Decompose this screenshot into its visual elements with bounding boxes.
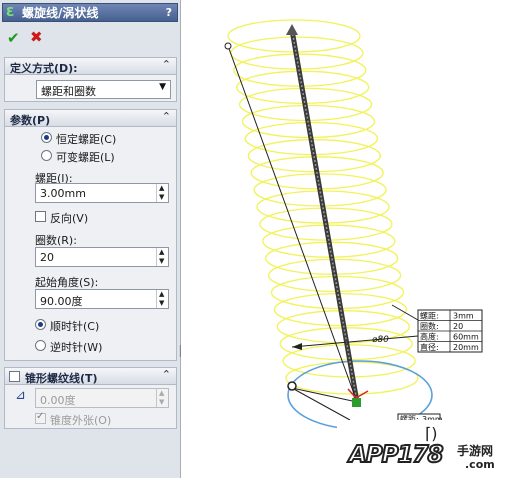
start-line (227, 45, 358, 403)
callout-revolutions-label: 圈数: (420, 321, 439, 331)
variable-pitch-radio[interactable]: 可变螺距(L) (41, 149, 161, 164)
taper-group-header[interactable]: 锥形螺纹线(T) ⌃ (5, 368, 176, 385)
parameters-group-header[interactable]: 参数(P) ⌃ (5, 110, 176, 127)
revolutions-label: 圈数(R): (35, 234, 77, 247)
definition-group-title: 定义方式(D): (10, 62, 78, 75)
definition-group: 定义方式(D): ⌃ 螺距和圈数 ▼ (4, 57, 177, 102)
start-angle-spinner[interactable]: ▲ ▼ (156, 290, 168, 308)
watermark: ⌈) APP178 手游网 .com (337, 420, 507, 478)
helix-preview: ⌀80 螺距: 3mm 圈数: 20 高度: 60mm 直径: 20mm (224, 19, 483, 430)
clockwise-label: 顺时针(C) (50, 320, 100, 333)
revolutions-spinner[interactable]: ▲ ▼ (156, 248, 168, 266)
taper-outward-label: 锥度外张(O) (50, 414, 112, 427)
taper-checkbox[interactable] (9, 370, 21, 384)
callout-revolutions-value[interactable]: 20 (453, 322, 463, 331)
chevron-up-icon[interactable]: ⌃ (162, 58, 171, 71)
reverse-checkbox[interactable]: 反向(V) (35, 210, 115, 225)
taper-group-title: 锥形螺纹线(T) (25, 372, 98, 385)
axis-end-arrow (286, 24, 298, 35)
ok-button[interactable]: ✔ (7, 29, 20, 47)
checkbox-icon[interactable] (35, 211, 46, 222)
taper-angle-value: 0.00度 (40, 394, 76, 407)
phone-signal-icon: ⌈) (425, 424, 438, 443)
radio-selected-icon[interactable] (35, 319, 46, 330)
counterclockwise-label: 逆时针(W) (50, 341, 103, 354)
counterclockwise-radio[interactable]: 逆时针(W) (35, 339, 155, 354)
watermark-logo: APP178 (348, 441, 445, 469)
callout-diameter-value[interactable]: 20mm (453, 343, 479, 352)
constant-pitch-radio[interactable]: 恒定螺距(C) (41, 131, 161, 146)
revolutions-input[interactable]: 20 ▲ ▼ (35, 247, 169, 267)
checkbox-checked-icon[interactable] (35, 411, 46, 424)
dropdown-arrow-icon[interactable]: ▼ (159, 82, 166, 92)
pitch-value: 3.00mm (40, 187, 86, 200)
radio-selected-icon[interactable] (41, 132, 52, 143)
parameters-group: 参数(P) ⌃ 恒定螺距(C) 可变螺距(L) 螺距(I): 3.00mm ▲ ▼… (4, 109, 177, 361)
start-angle-label: 起始角度(S): (35, 276, 99, 289)
reverse-label: 反向(V) (50, 212, 89, 225)
taper-group: 锥形螺纹线(T) ⌃ ⊿ 0.00度 ▲▼ 锥度外张(O) (4, 367, 177, 429)
chevron-up-icon[interactable]: ⌃ (162, 110, 171, 123)
variable-pitch-label: 可变螺距(L) (56, 151, 115, 164)
property-manager: Ɛ 螺旋线/涡状线 ? ✔ ✖ 定义方式(D): ⌃ 螺距和圈数 ▼ 参数(P)… (0, 0, 181, 478)
base-point-handle[interactable] (287, 381, 297, 391)
definition-group-header[interactable]: 定义方式(D): ⌃ (5, 58, 176, 75)
start-point-handle[interactable] (224, 42, 232, 50)
callout-pitch-value[interactable]: 3mm (453, 312, 474, 321)
radio-unselected-icon[interactable] (35, 340, 46, 351)
start-angle-value: 90.00度 (40, 295, 83, 308)
revolutions-value: 20 (40, 251, 54, 264)
constant-pitch-label: 恒定螺距(C) (56, 133, 117, 146)
callout-height-value[interactable]: 60mm (453, 333, 479, 342)
callout-diameter-label: 直径: (420, 342, 439, 352)
taper-angle-spinner[interactable]: ▲ ▼ (156, 389, 168, 407)
clockwise-radio[interactable]: 顺时针(C) (35, 318, 155, 333)
pitch-input[interactable]: 3.00mm ▲ ▼ (35, 183, 169, 203)
taper-angle-icon: ⊿ (15, 388, 26, 403)
checkbox-icon[interactable] (9, 371, 20, 382)
base-leader-left (291, 387, 358, 403)
callout-pitch-label: 螺距: (420, 311, 439, 321)
property-manager-title-bar: Ɛ 螺旋线/涡状线 ? (2, 3, 178, 22)
dimension-arrow-icon (292, 343, 302, 350)
solidworks-window: Ɛ 螺旋线/涡状线 ? ✔ ✖ 定义方式(D): ⌃ 螺距和圈数 ▼ 参数(P)… (0, 0, 507, 478)
helix-feature-icon: Ɛ (6, 5, 15, 19)
callout-height-label: 高度: (420, 332, 439, 342)
origin-triad-icon (352, 398, 361, 407)
taper-outward-checkbox[interactable]: 锥度外张(O) (35, 411, 145, 427)
radio-unselected-icon[interactable] (41, 150, 52, 161)
pitch-spinner[interactable]: ▲ ▼ (156, 184, 168, 202)
helix-callout: 螺距: 3mm 圈数: 20 高度: 60mm 直径: 20mm (417, 309, 483, 353)
watermark-domain: .com (465, 458, 495, 471)
graphics-area[interactable]: ⌀80 螺距: 3mm 圈数: 20 高度: 60mm 直径: 20mm (182, 0, 507, 478)
cancel-button[interactable]: ✖ (30, 28, 43, 46)
diameter-dimension[interactable]: ⌀80 (372, 335, 389, 345)
taper-angle-input[interactable]: 0.00度 ▲ ▼ (35, 388, 169, 408)
definition-type-value: 螺距和圈数 (41, 85, 96, 98)
feature-title: 螺旋线/涡状线 (22, 6, 99, 20)
definition-type-select[interactable]: 螺距和圈数 ▼ (36, 80, 171, 99)
help-button[interactable]: ? (166, 6, 172, 19)
start-angle-input[interactable]: 90.00度 ▲ ▼ (35, 289, 169, 309)
chevron-up-icon[interactable]: ⌃ (162, 368, 171, 381)
parameters-group-title: 参数(P) (10, 114, 51, 127)
watermark-site-name: 手游网 (457, 444, 494, 458)
